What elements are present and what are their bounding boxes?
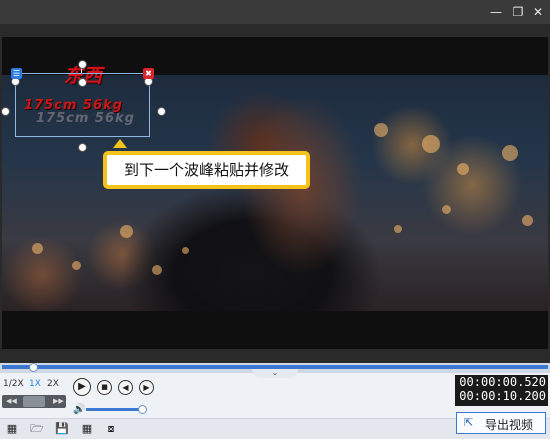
resize-handle-top[interactable] (78, 78, 87, 87)
speed-half[interactable]: 1/2X (3, 379, 24, 389)
tooltip: 到下一个波峰粘贴并修改 (103, 151, 310, 189)
volume-slider[interactable] (86, 405, 147, 414)
share-icon[interactable]: ⧇ (104, 422, 118, 435)
speed-2x[interactable]: 2X (45, 379, 61, 389)
stop-button[interactable]: ■ (97, 380, 112, 395)
resize-handle-right[interactable] (157, 107, 166, 116)
tooltip-text: 到下一个波峰粘贴并修改 (123, 161, 289, 179)
volume-fill (86, 408, 143, 411)
resize-handle-left[interactable] (1, 107, 10, 116)
next-frame-button[interactable]: ▶ (139, 380, 154, 395)
faster-icon[interactable]: ▶▶ (53, 397, 64, 405)
speed-1x[interactable]: 1X (27, 379, 43, 389)
restore-icon[interactable]: ❐ (508, 3, 528, 21)
speed-slider-thumb[interactable] (23, 396, 45, 407)
window-titlebar: — ❐ ✕ (0, 0, 550, 24)
collapse-chevron-icon[interactable]: ⌄ (252, 369, 298, 378)
timeline-thumb[interactable] (29, 363, 38, 372)
export-video-button[interactable]: ⇱ 导出视频 (456, 412, 546, 434)
save-icon[interactable]: 💾 (55, 422, 69, 435)
close-icon[interactable]: ✕ (528, 3, 548, 21)
speed-slider[interactable]: ◀◀ ▶▶ (2, 395, 66, 408)
open-folder-icon[interactable]: 🗁 (30, 422, 44, 435)
resize-handle-bottom[interactable] (78, 143, 87, 152)
volume-thumb[interactable] (138, 405, 147, 414)
export-video-label: 导出视频 (485, 418, 534, 432)
save-as-icon[interactable]: ▦ (80, 422, 94, 435)
minimize-icon[interactable]: — (486, 3, 506, 21)
timecode-display: 00:00:00.520 00:00:10.200 (455, 375, 548, 406)
list-icon[interactable]: ☰ (11, 68, 22, 79)
export-icon: ⇱ (464, 416, 474, 429)
new-project-icon[interactable]: ▦ (5, 422, 19, 435)
volume-icon[interactable]: 🔊 (73, 404, 85, 415)
prev-frame-button[interactable]: ◀ (118, 380, 133, 395)
current-time: 00:00:00.520 (459, 375, 546, 389)
slower-icon[interactable]: ◀◀ (6, 397, 17, 405)
play-button[interactable]: ▶ (73, 378, 91, 396)
rotate-handle[interactable] (78, 60, 87, 69)
total-time: 00:00:10.200 (459, 389, 546, 403)
tooltip-arrow (113, 139, 127, 148)
delete-icon[interactable]: ✖ (143, 68, 154, 79)
